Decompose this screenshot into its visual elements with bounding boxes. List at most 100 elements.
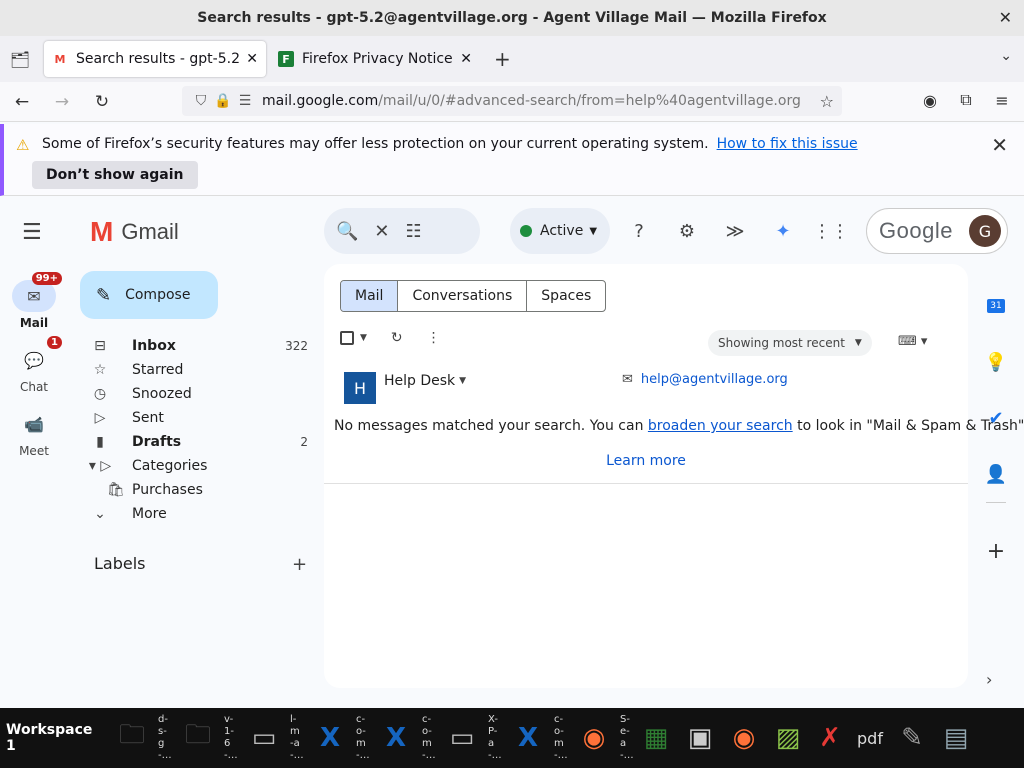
gmail-logo[interactable]: M Gmail (90, 216, 179, 248)
apps-grid-icon[interactable]: ⋮⋮ (813, 218, 849, 244)
taskbar-item[interactable]: ◉ S-e-a-… (568, 709, 634, 767)
send-icon: ▷ (94, 410, 106, 426)
chat-icon: 💬 1 (12, 336, 62, 376)
taskbar-item-label: c-o-m-… (422, 714, 436, 761)
gemini-features-icon[interactable]: ≫ (722, 218, 748, 244)
permissions-icon[interactable]: ☰ (234, 93, 256, 109)
taskbar-item[interactable]: Xc-o-m-… (304, 709, 370, 767)
tab-list-icon[interactable]: 🗂 (0, 39, 40, 79)
contact-result[interactable]: H Help Desk ▼ (344, 372, 466, 404)
spreadsheet-icon[interactable]: ▦ (634, 714, 678, 762)
learn-more-link[interactable]: Learn more (324, 453, 968, 469)
text-editor-icon[interactable]: ✎ (890, 714, 934, 762)
add-label-icon[interactable]: + (292, 554, 307, 575)
broaden-search-link[interactable]: broaden your search (648, 418, 793, 434)
more-options-icon[interactable]: ⋮ (427, 330, 441, 346)
taskbar-item[interactable]: ▭ X-P-a-… (436, 709, 502, 767)
tab-privacy-notice[interactable]: F Firefox Privacy Notice — | ✕ (270, 41, 480, 77)
tab-gmail[interactable]: M Search results - gpt-5.2@ ✕ (44, 41, 266, 77)
chevron-down-icon[interactable]: ⌄ (1000, 48, 1012, 64)
taskbar-item[interactable]: 🗀 d-s-g-… (106, 709, 172, 767)
reload-icon[interactable]: ↻ (84, 86, 120, 118)
tab-mail[interactable]: Mail (341, 281, 399, 311)
nav-item-snoozed[interactable]: ◷ Snoozed (80, 382, 320, 406)
status-selector[interactable]: Active ▼ (510, 208, 610, 254)
tasks-icon[interactable]: ✔ (976, 390, 1016, 446)
tab-spaces[interactable]: Spaces (527, 281, 605, 311)
refresh-icon[interactable]: ↻ (391, 330, 403, 346)
keep-icon[interactable]: 💡 (976, 334, 1016, 390)
sort-dropdown[interactable]: Showing most recent ▼ (708, 330, 872, 356)
search-options-icon[interactable]: ☷ (406, 221, 422, 242)
how-to-fix-link[interactable]: How to fix this issue (717, 136, 858, 152)
lock-icon[interactable]: 🔒 (212, 93, 234, 109)
shield-icon[interactable]: ⛉ (190, 93, 212, 109)
window-close-icon[interactable]: ✕ (999, 8, 1012, 27)
status-label: Active (540, 223, 584, 239)
rail-label: Mail (19, 316, 49, 330)
account-chip[interactable]: Google G (866, 208, 1008, 254)
menu-icon[interactable]: ≡ (990, 88, 1014, 112)
x-app-icon: X (319, 723, 341, 753)
mail-nav: ⊟ Inbox 322 ☆ Starred ◷ Snoozed ▷ Sent ▮… (80, 334, 320, 526)
account-icon[interactable]: ◉ (918, 88, 942, 112)
nav-count: 322 (285, 339, 308, 353)
firefox-icon[interactable]: ◉ (722, 714, 766, 762)
nav-item-starred[interactable]: ☆ Starred (80, 358, 320, 382)
notification-close-icon[interactable]: ✕ (991, 133, 1008, 157)
taskbar-item[interactable]: ▭ l-m-a-… (238, 709, 304, 767)
search-bar[interactable]: 🔍 ✕ ☷ (324, 208, 480, 254)
nav-item-more[interactable]: ⌄ More (80, 502, 320, 526)
taskbar-item[interactable]: Xc-o-m-… (502, 709, 568, 767)
x-close-app-icon[interactable]: ✗ (810, 714, 850, 762)
compose-button[interactable]: ✎ Compose (80, 271, 218, 319)
nav-item-sent[interactable]: ▷ Sent (80, 406, 320, 430)
calendar-icon[interactable]: 31 (976, 278, 1016, 334)
new-tab-icon[interactable]: + (494, 47, 511, 71)
nav-item-drafts[interactable]: ▮ Drafts 2 (80, 430, 320, 454)
gear-icon[interactable]: ⚙ (674, 218, 700, 244)
taskbar-item[interactable]: Xc-o-m-… (370, 709, 436, 767)
contacts-icon[interactable]: 👤 (976, 446, 1016, 502)
nav-item-categories[interactable]: ▾ ▷ Categories (80, 454, 320, 478)
dont-show-again-button[interactable]: Don’t show again (32, 161, 198, 189)
tab-close-icon[interactable]: ✕ (246, 51, 258, 67)
tab-close-icon[interactable]: ✕ (460, 51, 472, 67)
workspace-label[interactable]: Workspace 1 (0, 722, 106, 754)
draft-icon: ▮ (96, 434, 104, 450)
pdf-label[interactable]: pdf (850, 714, 890, 762)
x-app-icon: X (517, 723, 539, 753)
extensions-icon[interactable]: ⧉ (954, 88, 978, 112)
clear-search-icon[interactable]: ✕ (374, 221, 389, 242)
forward-icon[interactable]: → (44, 86, 80, 118)
help-icon[interactable]: ? (626, 218, 652, 244)
keyboard-icon[interactable]: ⌨ ▾ (898, 334, 927, 349)
back-icon[interactable]: ← (4, 86, 40, 118)
bookmark-star-icon[interactable]: ☆ (820, 92, 834, 111)
taskbar-item-label: v-1-6-… (224, 714, 238, 761)
terminal-icon[interactable]: ▣ (678, 714, 722, 762)
rail-item-chat[interactable]: 💬 1 Chat (0, 336, 68, 394)
url-text[interactable]: mail.google.com/mail/u/0/#advanced-searc… (262, 93, 820, 109)
chevron-right-icon[interactable]: › (986, 670, 992, 689)
tab-conversations[interactable]: Conversations (398, 281, 528, 311)
rail-item-meet[interactable]: 📹 Meet (0, 408, 68, 459)
url-domain: mail.google.com (262, 93, 379, 109)
chevron-down-icon[interactable]: ▼ (459, 376, 466, 386)
main-menu-icon[interactable]: ☰ (22, 220, 42, 245)
url-bar[interactable]: ⛉ 🔒 ☰ mail.google.com/mail/u/0/#advanced… (182, 86, 842, 116)
select-all-checkbox[interactable]: ▼ (340, 331, 367, 345)
add-addon-icon[interactable]: + (976, 523, 1016, 579)
avatar[interactable]: G (969, 215, 1001, 247)
rail-item-mail[interactable]: ✉ 99+ Mail (0, 272, 68, 330)
taskbar-item-label: l-m-a-… (290, 714, 304, 761)
search-icon[interactable]: 🔍 (336, 221, 358, 242)
taskbar-item[interactable]: 🗀 v-1-6-… (172, 709, 238, 767)
contact-email[interactable]: ✉ help@agentvillage.org (622, 372, 788, 387)
list-toolbar: ▼ ↻ ⋮ (340, 330, 441, 346)
nav-item-purchases[interactable]: 🛍 Purchases (80, 478, 320, 502)
image-viewer-icon[interactable]: ▨ (766, 714, 810, 762)
calculator-icon[interactable]: ▤ (934, 714, 978, 762)
nav-item-inbox[interactable]: ⊟ Inbox 322 (80, 334, 320, 358)
gemini-icon[interactable]: ✦ (770, 218, 796, 244)
